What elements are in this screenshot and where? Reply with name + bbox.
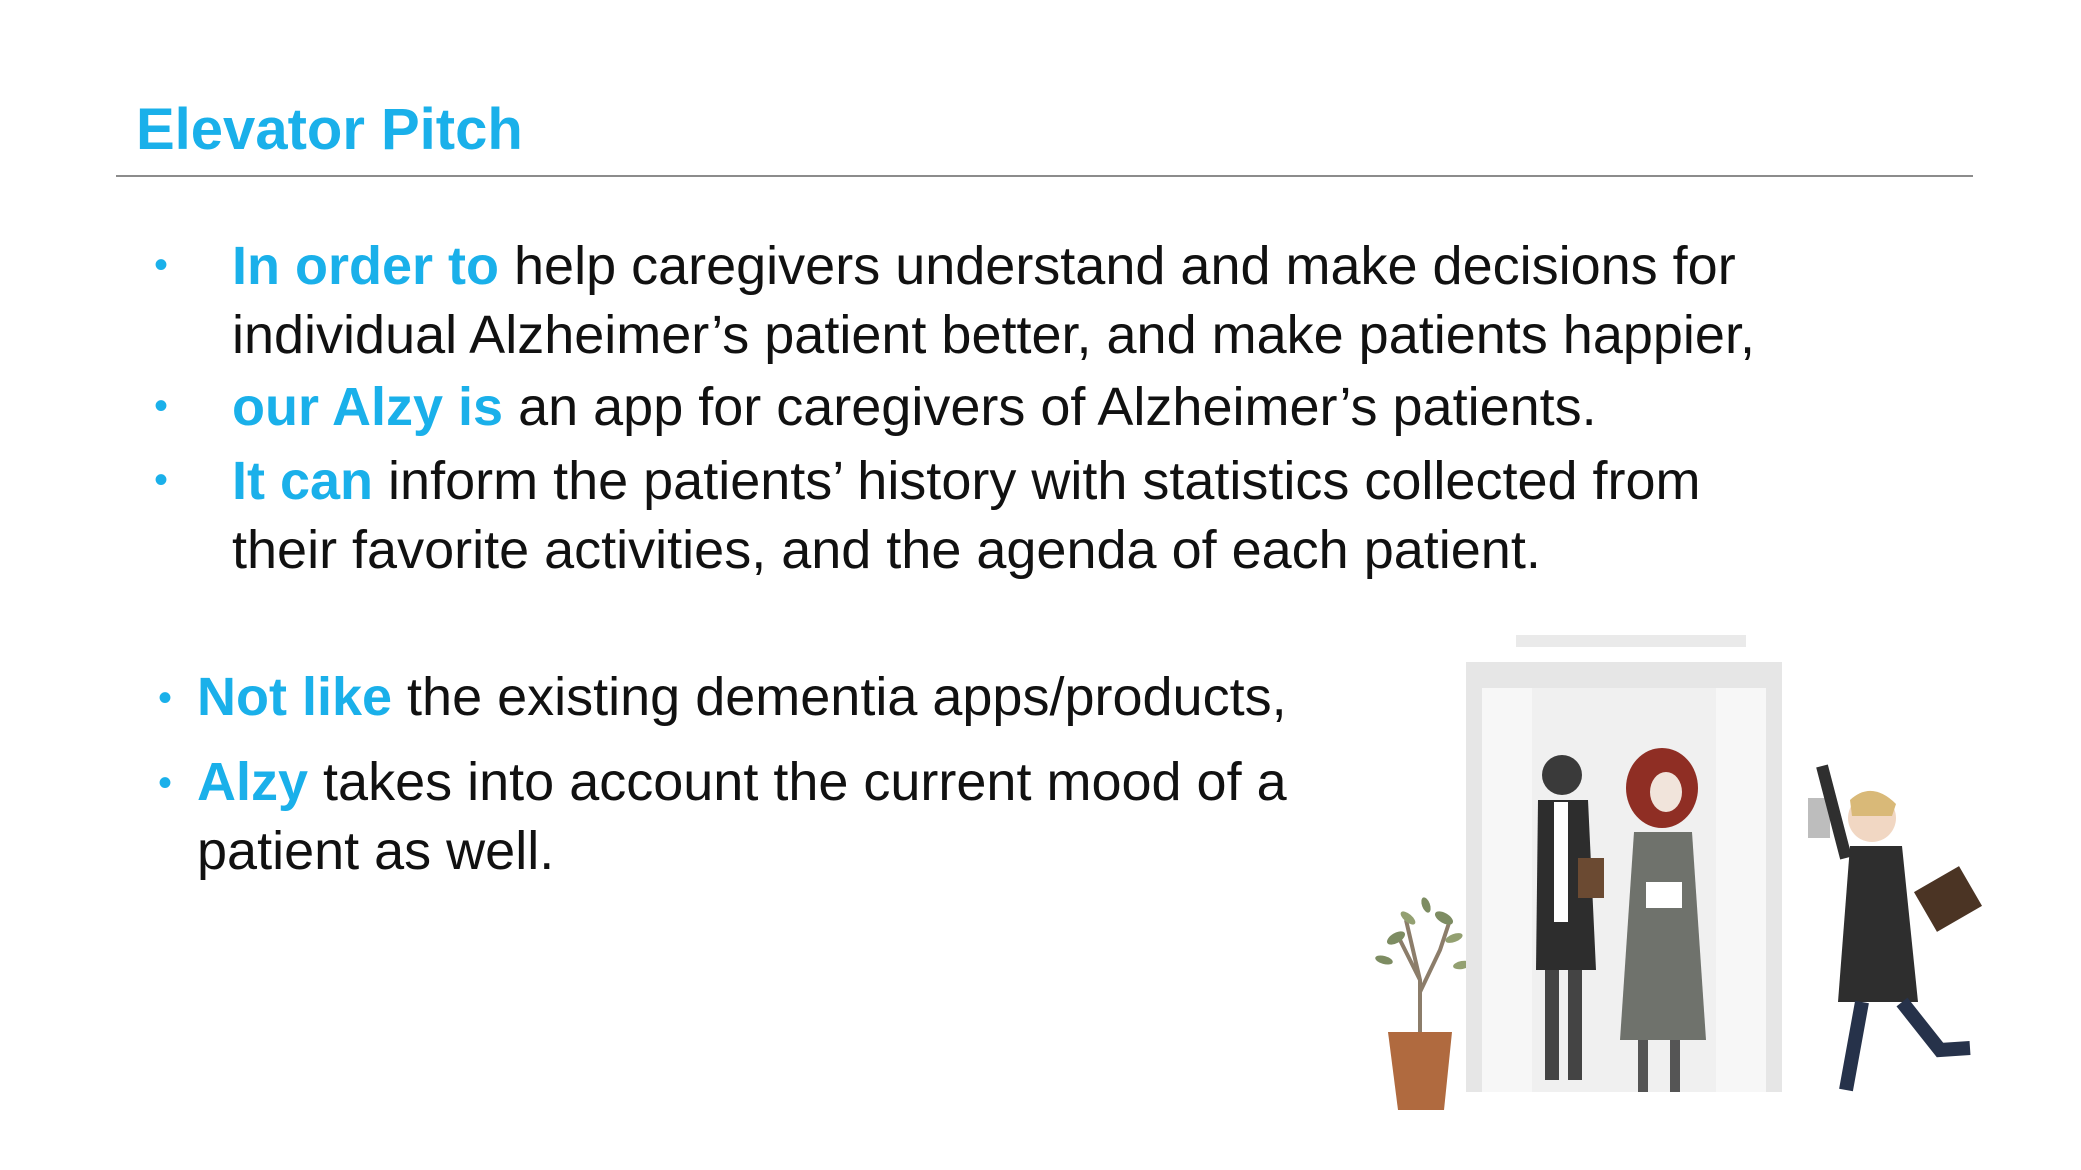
bullet-text-continued: individual Alzheimer’s patient better, a… bbox=[232, 305, 1755, 365]
bullet-highlight: In order to bbox=[232, 236, 499, 296]
elevator-people-illustration bbox=[1375, 635, 1983, 1110]
pitch-bullet-1: In order to help caregivers understand a… bbox=[232, 232, 1755, 370]
bullet-highlight: Not like bbox=[197, 667, 393, 727]
bullet-text: takes into account the current mood of a bbox=[308, 752, 1287, 812]
bullet-text: an app for caregivers of Alzheimer’s pat… bbox=[503, 377, 1597, 437]
pitch-bullet-3: It can inform the patients’ history with… bbox=[232, 447, 1701, 585]
slide-title: Elevator Pitch bbox=[136, 97, 523, 162]
bullet-dot: • bbox=[154, 243, 169, 287]
comparison-bullet-2: Alzy takes into account the current mood… bbox=[197, 748, 1287, 886]
title-divider bbox=[116, 175, 1973, 177]
bullet-text: help caregivers understand and make deci… bbox=[499, 236, 1736, 296]
bullet-highlight: It can bbox=[232, 451, 374, 511]
bullet-dot: • bbox=[158, 761, 173, 805]
pitch-bullet-2: our Alzy is an app for caregivers of Alz… bbox=[232, 373, 1597, 442]
bullet-text: inform the patients’ history with statis… bbox=[373, 451, 1701, 511]
bullet-text-continued: patient as well. bbox=[197, 821, 555, 881]
bullet-dot: • bbox=[154, 384, 169, 428]
slide: Elevator Pitch • In order to help caregi… bbox=[0, 0, 2081, 1170]
bullet-highlight: Alzy bbox=[197, 752, 309, 812]
potted-plant-icon bbox=[1375, 897, 1471, 1110]
person-icon bbox=[1816, 764, 1983, 1092]
bullet-dot: • bbox=[154, 458, 169, 502]
comparison-bullet-1: Not like the existing dementia apps/prod… bbox=[197, 663, 1287, 732]
bullet-highlight: our Alzy is bbox=[232, 377, 504, 437]
bullet-text-continued: their favorite activities, and the agend… bbox=[232, 520, 1541, 580]
bullet-dot: • bbox=[158, 676, 173, 720]
bullet-text: the existing dementia apps/products, bbox=[392, 667, 1287, 727]
